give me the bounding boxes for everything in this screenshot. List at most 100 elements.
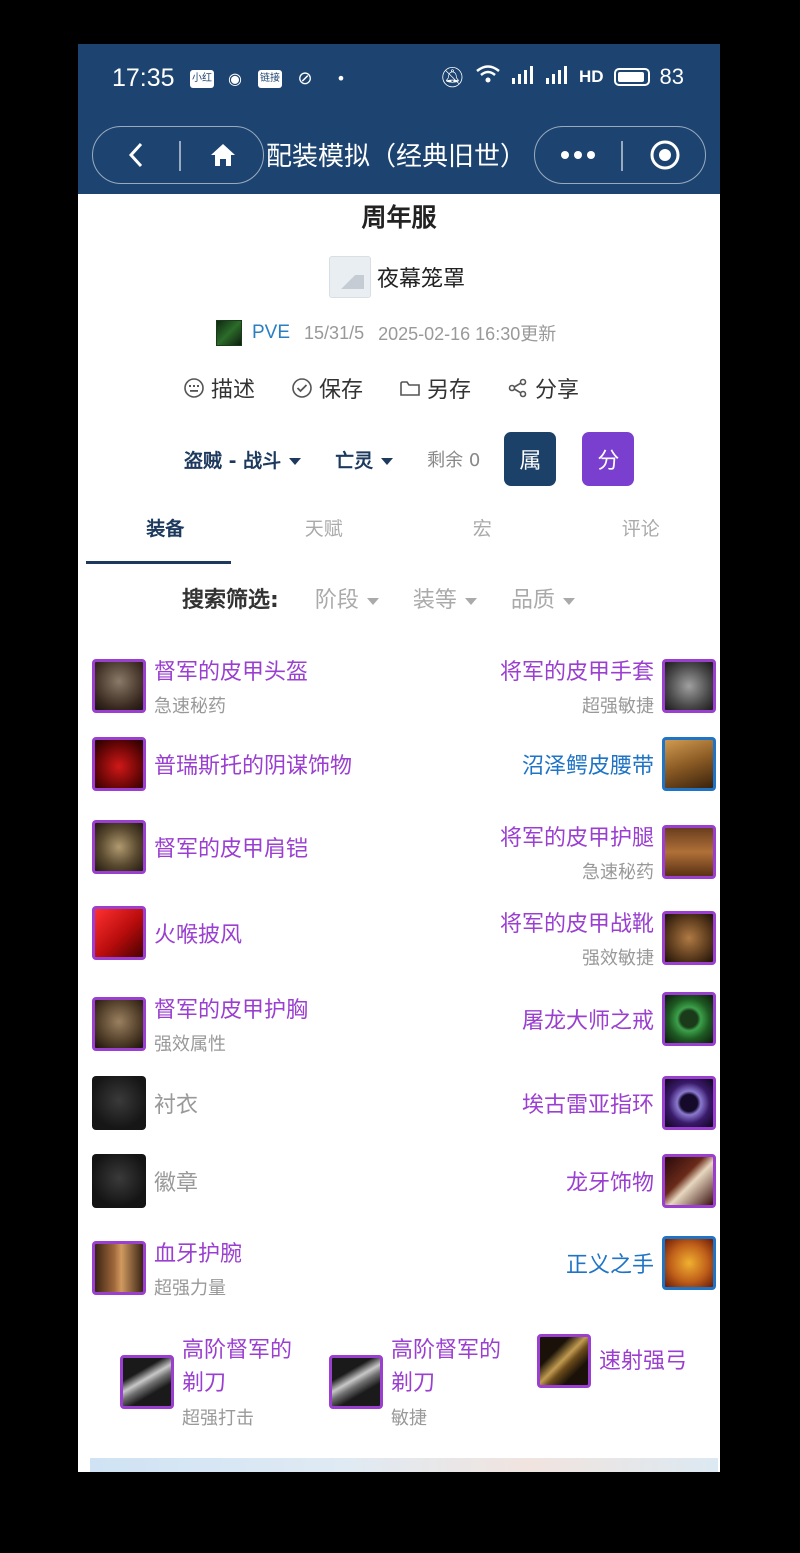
race-row[interactable]: 夜幕笼罩 xyxy=(329,256,465,298)
gear-name: 火喉披风 xyxy=(154,923,243,948)
gear-slot-chest[interactable]: 督军的皮甲护胸 强效属性 xyxy=(92,992,316,1056)
ring-icon xyxy=(662,992,716,1046)
gear-slot-feet[interactable]: 将军的皮甲战靴 强效敏捷 xyxy=(492,906,716,970)
describe-button[interactable]: 描述 xyxy=(183,372,255,404)
gear-slot-hands[interactable]: 将军的皮甲手套 超强敏捷 xyxy=(492,654,716,718)
ring-icon xyxy=(662,1076,716,1130)
top-bar: 17:35 小红书 ◉ 链接 ⊘ • 🔕︎ HD 83 配装模拟（经典旧世） xyxy=(78,44,720,194)
filter-label: 搜索筛选: xyxy=(182,588,279,613)
nav-capsule-right xyxy=(534,126,706,184)
weapon-ranged[interactable]: 速射强弓 xyxy=(537,1334,687,1388)
gear-name: 普瑞斯托的阴谋饰物 xyxy=(154,754,353,779)
tab-bar: 装备 天赋 宏 评论 xyxy=(86,506,720,566)
status-time: 17:35 xyxy=(112,64,175,92)
leggings-icon xyxy=(662,825,716,879)
meta-updated: 2025-02-16 16:30更新 xyxy=(378,324,557,344)
race-name: 夜幕笼罩 xyxy=(377,267,466,292)
tab-underline xyxy=(86,561,231,564)
attributes-button[interactable]: 属 xyxy=(504,432,557,486)
gear-slot-wrist[interactable]: 血牙护腕 超强力量 xyxy=(92,1236,250,1300)
filter-item-level[interactable]: 装等 xyxy=(413,582,477,614)
gear-slot-shoulder[interactable]: 督军的皮甲肩铠 xyxy=(92,820,316,874)
gear-slot-finger1[interactable]: 屠龙大师之戒 xyxy=(514,992,716,1046)
caret-down-icon xyxy=(562,597,575,605)
hd-icon: HD xyxy=(578,67,604,86)
gear-name: 将军的皮甲手套 xyxy=(499,660,654,685)
gear-slot-tabard[interactable]: 徽章 xyxy=(92,1154,206,1208)
tab-comments[interactable]: 评论 xyxy=(562,506,721,566)
race-dropdown[interactable]: 亡灵 xyxy=(335,446,394,473)
sword-icon xyxy=(329,1355,383,1409)
dot-icon: • xyxy=(336,69,346,88)
filter-quality-label: 品质 xyxy=(510,588,555,613)
tab-equipment[interactable]: 装备 xyxy=(86,506,245,566)
gear-slot-head[interactable]: 督军的皮甲头盔 急速秘药 xyxy=(92,654,316,718)
meta-row: PVE 15/31/5 2025-02-16 16:30更新 xyxy=(216,320,556,346)
caret-down-icon xyxy=(366,597,379,605)
close-miniapp-button[interactable] xyxy=(623,127,707,183)
app-screen: 17:35 小红书 ◉ 链接 ⊘ • 🔕︎ HD 83 配装模拟（经典旧世） 周… xyxy=(78,44,720,1472)
boots-icon xyxy=(662,911,716,965)
race-label: 亡灵 xyxy=(335,449,374,472)
battery-level: 83 xyxy=(659,64,684,89)
filter-quality[interactable]: 品质 xyxy=(511,582,575,614)
gear-name: 督军的皮甲护胸 xyxy=(154,998,309,1023)
shirt-icon xyxy=(92,1076,146,1130)
shoulder-icon xyxy=(92,820,146,874)
class-row: 盗贼 - 战斗 亡灵 剩余 0 属 分 xyxy=(184,432,635,486)
gear-name: 将军的皮甲战靴 xyxy=(499,912,654,937)
gear-slot-back[interactable]: 火喉披风 xyxy=(92,906,250,960)
block-icon: ⊘ xyxy=(297,68,313,89)
gear-slot-finger2[interactable]: 埃古雷亚指环 xyxy=(514,1076,716,1130)
gear-slot-legs[interactable]: 将军的皮甲护腿 急速秘药 xyxy=(492,820,716,884)
spec-dropdown[interactable]: 盗贼 - 战斗 xyxy=(184,446,302,473)
gloves-icon xyxy=(662,659,716,713)
gear-slot-trinket2[interactable]: 正义之手 xyxy=(558,1236,716,1290)
save-label: 保存 xyxy=(319,378,364,403)
gear-slot-waist[interactable]: 沼泽鳄皮腰带 xyxy=(514,737,716,791)
save-as-button[interactable]: 另存 xyxy=(399,372,471,404)
cloak-icon xyxy=(92,906,146,960)
actions-row: 描述 保存 另存 分享 xyxy=(183,372,579,404)
save-button[interactable]: 保存 xyxy=(291,372,363,404)
tabard-icon xyxy=(92,1154,146,1208)
share-button[interactable]: 分享 xyxy=(507,372,579,404)
nav-capsule-left xyxy=(92,126,264,184)
tab-talents[interactable]: 天赋 xyxy=(245,506,404,566)
weapon-enchant: 超强打击 xyxy=(182,1408,254,1429)
score-button[interactable]: 分 xyxy=(582,432,635,486)
gear-slot-trinket[interactable]: 龙牙饰物 xyxy=(558,1154,716,1208)
signal-icon xyxy=(511,64,535,90)
xiaohongshu-icon: 小红书 xyxy=(190,70,214,102)
describe-label: 描述 xyxy=(211,378,256,403)
weapon-name: 高阶督军的剃刀 xyxy=(391,1338,502,1396)
save-as-label: 另存 xyxy=(427,378,472,403)
gear-name: 衬衣 xyxy=(154,1093,199,1118)
meta-talents: 15/31/5 xyxy=(304,322,365,343)
tab-macros[interactable]: 宏 xyxy=(403,506,562,566)
gear-name: 正义之手 xyxy=(565,1253,654,1278)
back-button[interactable] xyxy=(93,127,179,183)
share-icon xyxy=(508,378,527,398)
gear-slot-shirt[interactable]: 衬衣 xyxy=(92,1076,206,1130)
page-title: 配装模拟（经典旧世） xyxy=(266,142,527,172)
home-button[interactable] xyxy=(181,127,265,183)
sword-icon xyxy=(120,1355,174,1409)
weapon-off-hand[interactable]: 高阶督军的剃刀 敏捷 xyxy=(329,1334,521,1430)
gear-slot-neck[interactable]: 普瑞斯托的阴谋饰物 xyxy=(92,737,360,791)
gear-enchant: 急速秘药 xyxy=(154,696,226,717)
more-button[interactable] xyxy=(535,127,621,183)
coin-icon xyxy=(662,1236,716,1290)
weapon-main-hand[interactable]: 高阶督军的剃刀 超强打击 xyxy=(120,1334,312,1430)
gear-name: 屠龙大师之戒 xyxy=(521,1009,654,1034)
weibo-icon: ◉ xyxy=(228,69,242,88)
check-circle-icon xyxy=(292,378,312,398)
gear-name: 督军的皮甲肩铠 xyxy=(154,837,309,862)
gear-name: 将军的皮甲护腿 xyxy=(499,826,654,851)
spec-label: 盗贼 - 战斗 xyxy=(184,449,282,472)
image-placeholder-icon xyxy=(329,256,371,298)
weapon-enchant: 敏捷 xyxy=(391,1408,427,1429)
link-app-icon: 链接 xyxy=(258,70,282,88)
chevron-left-icon xyxy=(128,142,143,168)
filter-phase[interactable]: 阶段 xyxy=(315,582,379,614)
